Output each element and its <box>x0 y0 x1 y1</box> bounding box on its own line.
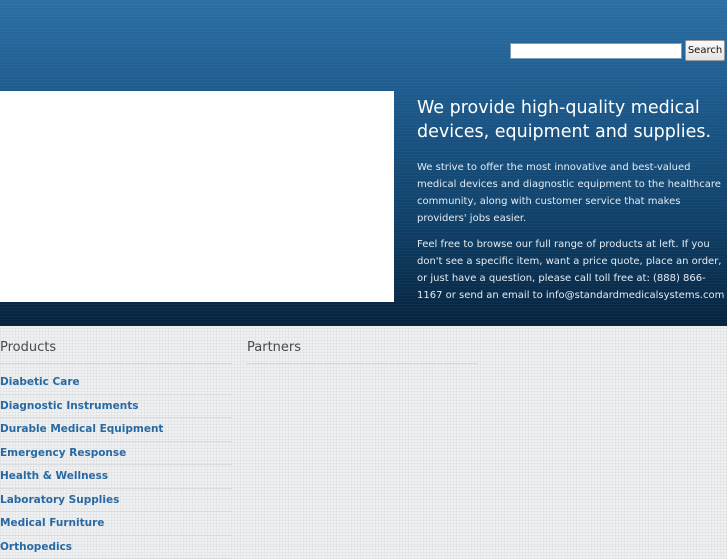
list-item: Laboratory Supplies <box>0 489 232 513</box>
search-button[interactable]: Search <box>685 40 725 61</box>
product-link-durable-medical-equipment[interactable]: Durable Medical Equipment <box>0 418 232 440</box>
partners-heading: Partners <box>247 340 301 355</box>
list-item: Orthopedics <box>0 536 232 559</box>
search-input[interactable] <box>510 43 682 59</box>
list-item: Durable Medical Equipment <box>0 418 232 442</box>
hero-headline: We provide high-quality medical devices,… <box>417 96 725 144</box>
list-item: Health & Wellness <box>0 465 232 489</box>
product-link-diabetic-care[interactable]: Diabetic Care <box>0 371 232 393</box>
product-link-medical-furniture[interactable]: Medical Furniture <box>0 512 232 534</box>
list-item: Diabetic Care <box>0 371 232 395</box>
feature-image-panel <box>0 91 394 302</box>
products-divider <box>0 363 232 364</box>
list-item: Diagnostic Instruments <box>0 395 232 419</box>
hero-intro-paragraph: We strive to offer the most innovative a… <box>417 159 725 227</box>
product-link-laboratory-supplies[interactable]: Laboratory Supplies <box>0 489 232 511</box>
hero-text: We provide high-quality medical devices,… <box>417 96 725 304</box>
list-item: Emergency Response <box>0 442 232 466</box>
products-heading: Products <box>0 340 56 355</box>
product-link-diagnostic-instruments[interactable]: Diagnostic Instruments <box>0 395 232 417</box>
list-item: Medical Furniture <box>0 512 232 536</box>
product-link-emergency-response[interactable]: Emergency Response <box>0 442 232 464</box>
product-category-list: Diabetic Care Diagnostic Instruments Dur… <box>0 371 232 559</box>
product-link-orthopedics[interactable]: Orthopedics <box>0 536 232 558</box>
hero-contact-paragraph: Feel free to browse our full range of pr… <box>417 236 725 304</box>
product-link-health-wellness[interactable]: Health & Wellness <box>0 465 232 487</box>
partners-divider <box>246 363 478 364</box>
